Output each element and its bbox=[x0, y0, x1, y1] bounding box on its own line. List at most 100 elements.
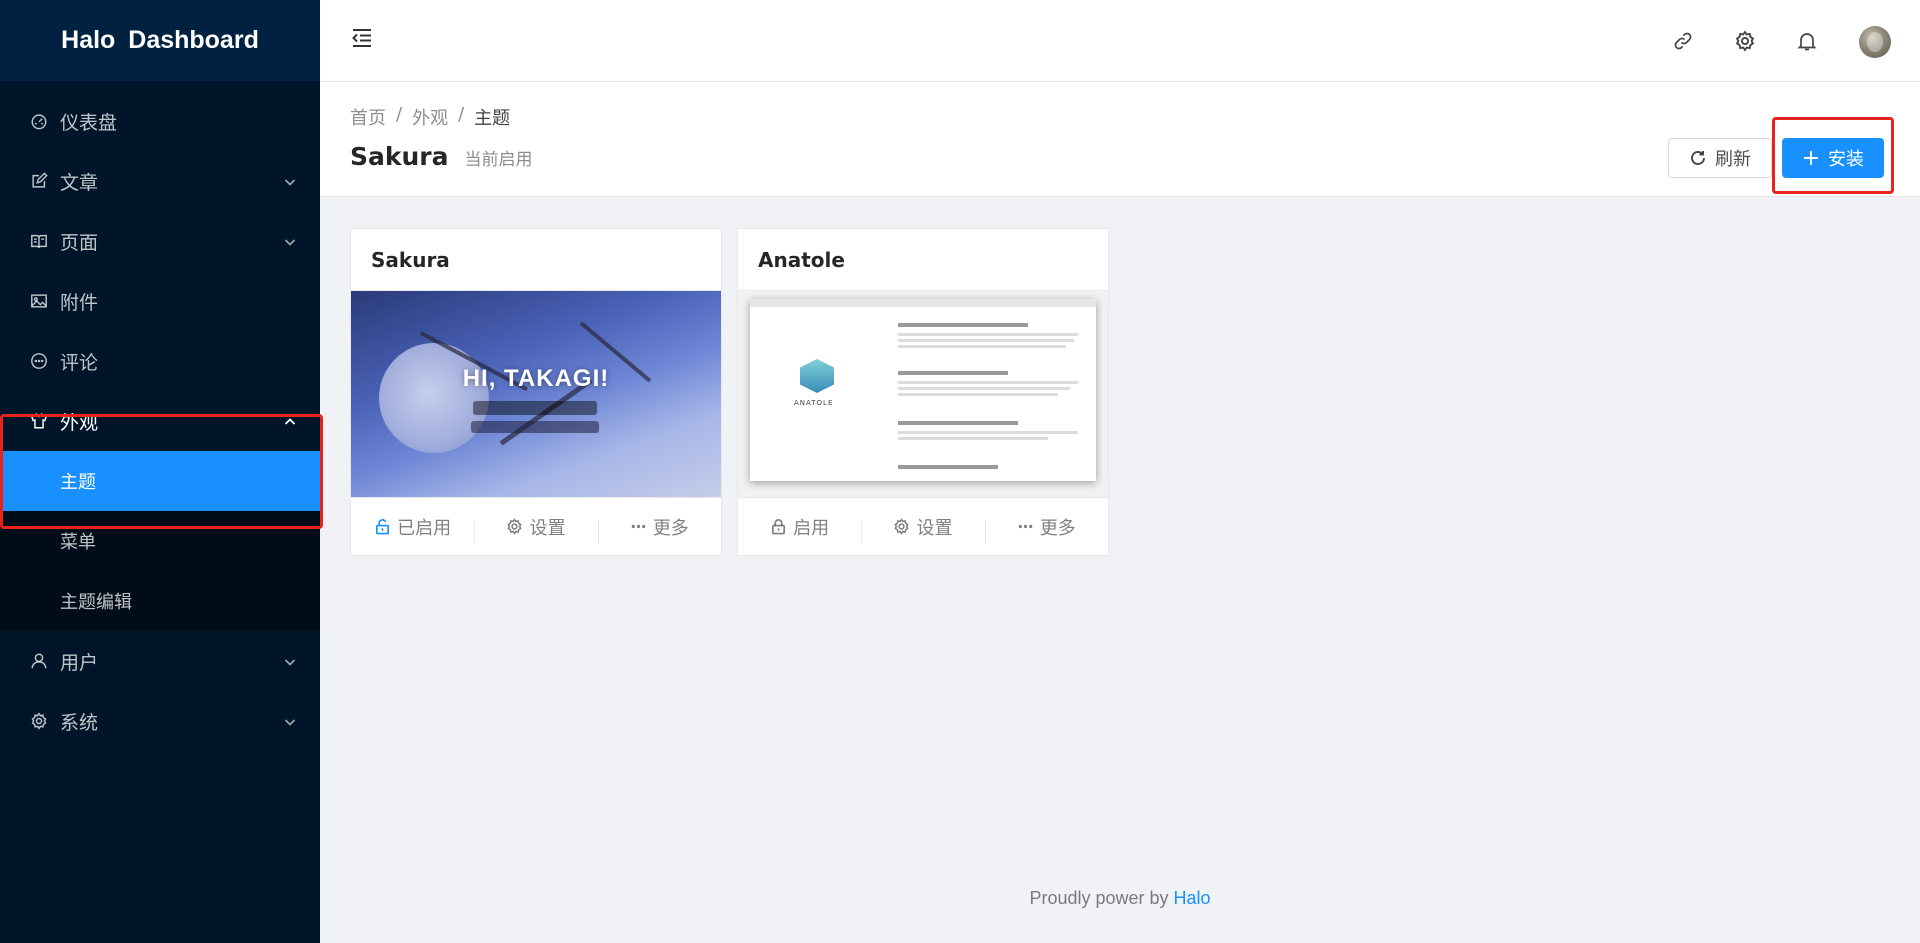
plus-icon bbox=[1804, 151, 1818, 165]
sidebar-item-dashboard[interactable]: 仪表盘 bbox=[0, 91, 320, 151]
sidebar-subitem-themes[interactable]: 主题 bbox=[0, 451, 320, 511]
lock-icon bbox=[772, 519, 786, 535]
install-button-label: 安装 bbox=[1828, 149, 1864, 170]
user-icon bbox=[30, 652, 48, 670]
gear-icon[interactable] bbox=[1734, 30, 1756, 52]
logo[interactable]: Halo Dashboard bbox=[0, 0, 320, 81]
sidebar-item-attachments[interactable]: 附件 bbox=[0, 271, 320, 331]
setting-icon bbox=[30, 712, 48, 730]
theme-enabled-button[interactable]: 已启用 bbox=[351, 514, 474, 540]
action-label: 设置 bbox=[529, 517, 566, 539]
sidebar-item-label: 用户 bbox=[60, 651, 99, 674]
sidebar-item-label: 附件 bbox=[60, 291, 99, 314]
edit-icon bbox=[30, 172, 48, 190]
page-header: 首页 / 外观 / 主题 Sakura 当前启用 刷新 安装 bbox=[320, 82, 1920, 197]
unlock-icon bbox=[376, 519, 390, 535]
sidebar-subitem-label: 主题编辑 bbox=[60, 592, 132, 613]
install-button[interactable]: 安装 bbox=[1782, 138, 1884, 178]
theme-settings-button[interactable]: 设置 bbox=[474, 514, 597, 544]
sidebar-item-posts[interactable]: 文章 bbox=[0, 151, 320, 211]
breadcrumb-separator: / bbox=[458, 104, 465, 125]
footer-halo-link[interactable]: Halo bbox=[1174, 888, 1211, 908]
cover-decoration bbox=[898, 437, 1048, 440]
chevron-down-icon bbox=[282, 713, 298, 729]
theme-card-sakura: Sakura HI, TAKAGI! 已启用 设置 更多 bbox=[350, 228, 722, 556]
cover-decoration bbox=[898, 345, 1066, 348]
cover-decoration bbox=[898, 371, 1008, 375]
cover-heading: HI, TAKAGI! bbox=[462, 365, 610, 392]
page-title-group: Sakura 当前启用 bbox=[350, 142, 533, 171]
sidebar-item-label: 系统 bbox=[60, 711, 99, 734]
ellipsis-icon bbox=[631, 524, 646, 529]
message-icon bbox=[30, 352, 48, 370]
anatole-logo bbox=[800, 359, 834, 393]
action-label: 更多 bbox=[652, 517, 689, 539]
sidebar-item-appearance[interactable]: 外观 bbox=[0, 391, 320, 451]
sidebar-item-label: 外观 bbox=[60, 411, 99, 434]
link-icon[interactable] bbox=[1672, 30, 1694, 52]
breadcrumb-appearance[interactable]: 外观 bbox=[412, 104, 448, 130]
reload-icon bbox=[1691, 151, 1705, 165]
theme-more-button[interactable]: 更多 bbox=[984, 514, 1108, 544]
ellipsis-icon bbox=[1018, 524, 1033, 529]
cover-browser-mock: ANATOLE bbox=[750, 299, 1096, 481]
theme-card-anatole: Anatole ANATOLE 启用 设置 更多 bbox=[737, 228, 1109, 556]
sidebar-item-pages[interactable]: 页面 bbox=[0, 211, 320, 271]
book-icon bbox=[30, 232, 48, 250]
breadcrumb-current: 主题 bbox=[474, 108, 511, 129]
sidebar: Halo Dashboard 仪表盘 文章 页面 附件 评论 外观 主题 菜单 … bbox=[0, 0, 320, 943]
theme-more-button[interactable]: 更多 bbox=[597, 514, 721, 544]
theme-card-title: Sakura bbox=[351, 229, 721, 291]
sidebar-subitem-theme-editor[interactable]: 主题编辑 bbox=[0, 571, 320, 631]
sidebar-item-comments[interactable]: 评论 bbox=[0, 331, 320, 391]
menu-fold-icon[interactable] bbox=[350, 26, 374, 50]
breadcrumb-separator: / bbox=[396, 104, 403, 125]
theme-cover-image[interactable]: ANATOLE bbox=[738, 291, 1108, 497]
sidebar-item-users[interactable]: 用户 bbox=[0, 631, 320, 691]
sidebar-item-label: 评论 bbox=[60, 351, 99, 374]
theme-settings-button[interactable]: 设置 bbox=[861, 514, 984, 544]
page-title: Sakura bbox=[350, 142, 449, 171]
action-label: 设置 bbox=[916, 517, 953, 539]
cover-decoration bbox=[898, 323, 1028, 327]
sidebar-menu: 仪表盘 文章 页面 附件 评论 外观 主题 菜单 主题编辑 用户 系统 bbox=[0, 91, 320, 751]
breadcrumb-home[interactable]: 首页 bbox=[350, 104, 386, 130]
footer: Proudly power by Halo bbox=[320, 888, 1920, 909]
chevron-up-icon bbox=[282, 413, 298, 429]
bell-icon[interactable] bbox=[1796, 30, 1818, 52]
gear-icon bbox=[507, 518, 523, 535]
sidebar-subitem-label: 菜单 bbox=[60, 532, 96, 553]
theme-cover-image[interactable]: HI, TAKAGI! bbox=[351, 291, 721, 497]
sidebar-subitem-menus[interactable]: 菜单 bbox=[0, 511, 320, 571]
sidebar-item-system[interactable]: 系统 bbox=[0, 691, 320, 751]
avatar[interactable] bbox=[1859, 26, 1891, 58]
theme-card-actions: 启用 设置 更多 bbox=[738, 497, 1108, 555]
action-label: 更多 bbox=[1039, 517, 1076, 539]
cover-decoration bbox=[898, 333, 1078, 336]
sidebar-item-label: 页面 bbox=[60, 231, 99, 254]
action-label: 已启用 bbox=[397, 517, 452, 539]
skin-icon bbox=[30, 412, 48, 430]
cover-decoration bbox=[898, 339, 1074, 342]
cover-decoration bbox=[898, 387, 1070, 390]
theme-card-title: Anatole bbox=[738, 229, 1108, 291]
action-label: 启用 bbox=[793, 517, 830, 539]
cover-heading: ANATOLE bbox=[794, 399, 834, 407]
chevron-down-icon bbox=[282, 233, 298, 249]
theme-card-actions: 已启用 设置 更多 bbox=[351, 497, 721, 555]
cover-decoration bbox=[750, 299, 1096, 307]
cover-decoration bbox=[898, 465, 998, 469]
chevron-down-icon bbox=[282, 653, 298, 669]
cover-decoration bbox=[898, 431, 1078, 434]
refresh-button-label: 刷新 bbox=[1715, 149, 1751, 170]
page-subtitle: 当前启用 bbox=[464, 150, 533, 170]
cover-decoration bbox=[898, 381, 1078, 384]
refresh-button[interactable]: 刷新 bbox=[1668, 138, 1772, 178]
chevron-down-icon bbox=[282, 173, 298, 189]
theme-enable-button[interactable]: 启用 bbox=[738, 514, 861, 540]
sidebar-item-label: 仪表盘 bbox=[60, 111, 118, 134]
breadcrumb: 首页 / 外观 / 主题 bbox=[350, 104, 510, 130]
top-header bbox=[320, 0, 1920, 82]
dashboard-icon bbox=[30, 112, 48, 130]
cover-decoration bbox=[898, 393, 1058, 396]
